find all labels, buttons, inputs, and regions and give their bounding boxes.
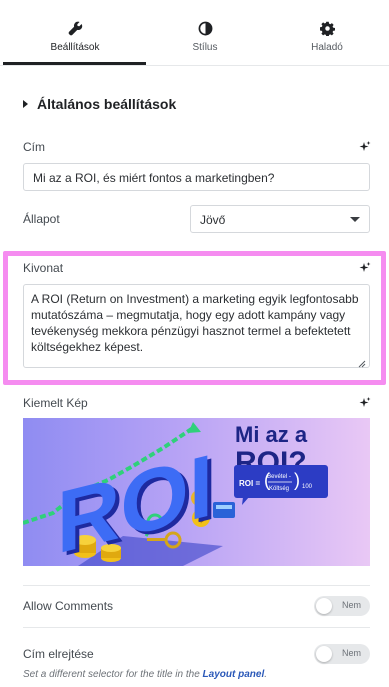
toggle-state-label: Nem (341, 600, 361, 610)
hide-title-toggle[interactable]: Nem (314, 644, 370, 664)
toggle-state-label: Nem (341, 648, 361, 658)
status-select-value: Jövő (200, 213, 226, 227)
resize-handle-icon[interactable] (358, 356, 366, 368)
formula-numerator: Bevétel - (267, 474, 291, 480)
panel-tabs: Beállítások Stílus Haladó (0, 0, 389, 66)
title-label: Cím (23, 140, 45, 154)
chevron-down-icon (350, 217, 360, 222)
formula-denominator: Költség (269, 486, 289, 492)
tab-style[interactable]: Stílus (140, 0, 270, 66)
formula-factor: 100 (302, 484, 313, 490)
tab-advanced-label: Haladó (311, 42, 343, 53)
half-circle-icon (196, 19, 214, 37)
divider (23, 585, 370, 586)
allow-comments-toggle[interactable]: Nem (314, 596, 370, 616)
section-title: Általános beállítások (37, 96, 177, 112)
tab-style-label: Stílus (192, 42, 218, 53)
tab-settings-label: Beállítások (50, 42, 100, 53)
layout-panel-link[interactable]: Layout panel (203, 669, 265, 680)
excerpt-textarea[interactable]: A ROI (Return on Investment) a marketing… (23, 284, 370, 368)
tab-settings[interactable]: Beállítások (10, 0, 140, 66)
growth-arrow-icon (188, 422, 201, 433)
ai-sparkle-icon[interactable] (357, 140, 371, 154)
formula-prefix: ROI = (239, 479, 260, 488)
hide-title-help: Set a different selector for the title i… (23, 669, 267, 680)
featured-image-graphic: $ $ ROI ROI Mi az a ROI? ROI = (Bevétel… (23, 422, 328, 566)
formula-paren-right: ) (294, 470, 300, 490)
help-text-end: . (264, 669, 268, 680)
allow-comments-label: Allow Comments (23, 599, 114, 613)
ai-sparkle-icon[interactable] (357, 396, 371, 410)
title-input[interactable]: Mi az a ROI, és miért fontos a marketing… (23, 163, 370, 191)
toggle-knob (316, 598, 332, 614)
active-tab-indicator (3, 62, 146, 65)
hide-title-label: Cím elrejtése (23, 647, 94, 661)
caret-right-icon (23, 100, 28, 108)
divider (23, 627, 370, 628)
wrench-icon (66, 19, 84, 37)
toggle-knob (316, 646, 332, 662)
help-text: Set a different selector for the title i… (23, 669, 203, 680)
roi-formula: ROI = ( Bevétel - Költség ) 100 (234, 465, 328, 505)
gear-icon (318, 19, 336, 37)
featured-image[interactable]: $ $ ROI ROI Mi az a ROI? ROI = (Bevétel… (23, 418, 370, 566)
ai-sparkle-icon[interactable] (357, 261, 371, 275)
status-label: Állapot (23, 212, 60, 226)
status-select[interactable]: Jövő (190, 205, 370, 233)
image-headline-line1: Mi az a (235, 422, 308, 447)
featured-image-label: Kiemelt Kép (23, 396, 88, 410)
excerpt-label: Kivonat (23, 261, 64, 275)
tab-advanced[interactable]: Haladó (262, 0, 389, 66)
section-toggle-general[interactable]: Általános beállítások (23, 96, 176, 112)
excerpt-text: A ROI (Return on Investment) a marketing… (31, 292, 359, 354)
